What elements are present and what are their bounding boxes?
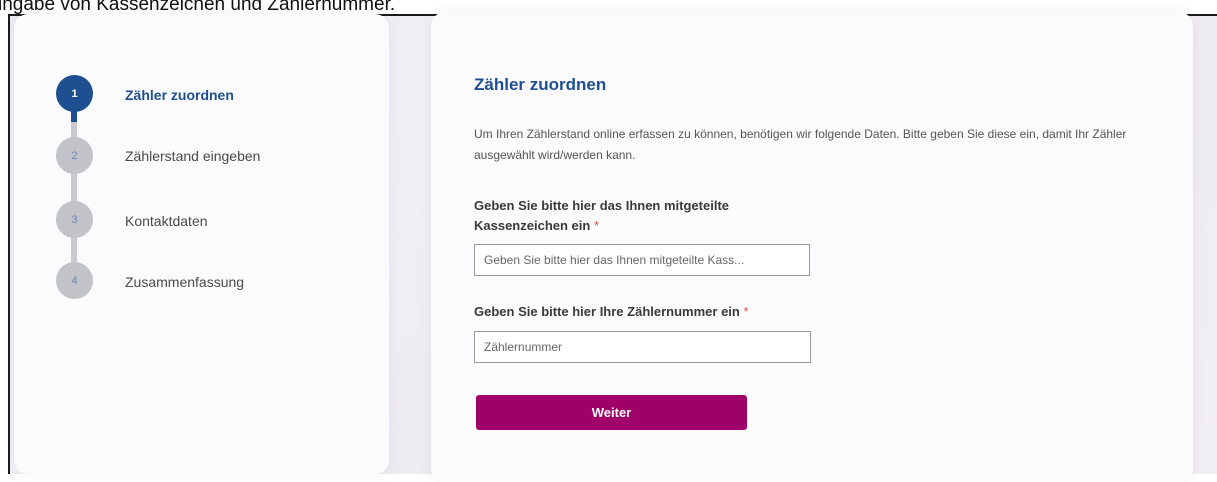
kassenzeichen-label: Geben Sie bitte hier das Ihnen mitgeteil… [474,196,729,236]
step-4-circle: 4 [56,262,93,299]
kassenzeichen-label-line1: Geben Sie bitte hier das Ihnen mitgeteil… [474,198,729,213]
step-3-circle: 3 [56,201,93,238]
zaehlernummer-label-text: Geben Sie bitte hier Ihre Zählernummer e… [474,304,740,319]
step-1-label: Zähler zuordnen [125,87,234,103]
required-marker: * [593,218,600,233]
step-2-label: Zählerstand eingeben [125,148,261,164]
zaehlernummer-input[interactable] [474,331,811,363]
step-1-circle: 1 [56,75,93,112]
weiter-button[interactable]: Weiter [476,395,747,430]
kassenzeichen-input[interactable] [474,244,810,276]
stepper-rail [71,100,77,275]
required-marker: * [743,304,749,319]
zaehlernummer-label: Geben Sie bitte hier Ihre Zählernummer e… [474,302,749,322]
kassenzeichen-label-line2: Kassenzeichen ein [474,218,591,233]
form-intro: Um Ihren Zählerstand online erfassen zu … [474,127,1127,162]
form-title: Zähler zuordnen [474,75,607,94]
step-3-label: Kontaktdaten [125,213,208,229]
step-4-label: Zusammenfassung [125,274,245,290]
step-2-circle: 2 [56,137,93,174]
